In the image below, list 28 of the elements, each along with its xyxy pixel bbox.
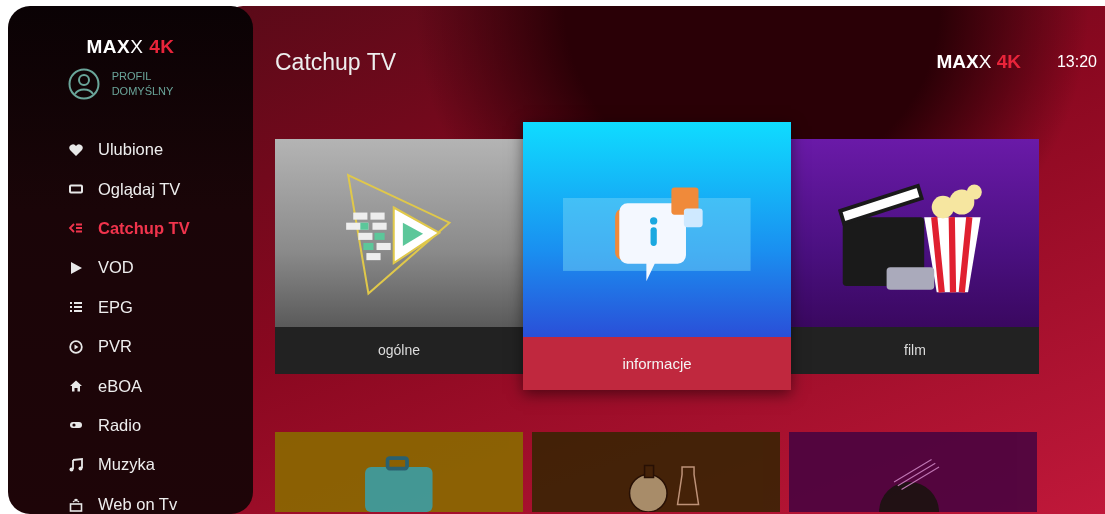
avatar-icon[interactable]: [67, 68, 100, 100]
menu-item[interactable]: Radio: [68, 405, 253, 446]
music-note-icon: [68, 456, 84, 473]
heart-icon: [68, 141, 84, 158]
menu-item[interactable]: eBOA: [68, 366, 253, 406]
menu-item[interactable]: PVR: [68, 326, 253, 367]
brand-logo: MAXX 4K: [86, 36, 175, 58]
menu-item[interactable]: Oglądaj TV: [68, 169, 253, 209]
menu-item[interactable]: EPG: [68, 287, 253, 327]
tile-label: film: [791, 326, 1039, 374]
home-icon: [68, 378, 84, 395]
play-circle-icon: [68, 338, 84, 355]
brand-logo: MAXX 4K: [936, 51, 1021, 73]
tv-antenna-icon: [68, 496, 84, 513]
menu-item[interactable]: Ulubione: [68, 130, 253, 170]
tile-label: informacje: [523, 337, 791, 390]
category-tile[interactable]: [789, 432, 1037, 512]
play-icon: [68, 259, 84, 276]
menu-item[interactable]: Catchup TV: [68, 208, 253, 249]
menu-item[interactable]: Web on Tv: [68, 484, 253, 514]
profile-name: PROFIL DOMYŚLNY: [111, 69, 174, 99]
clock: 13:20: [1056, 53, 1097, 71]
category-tile[interactable]: [532, 432, 780, 512]
tile-label: ogólne: [275, 326, 523, 374]
page-title: Catchup TV: [275, 48, 398, 76]
menu-item[interactable]: VOD: [68, 248, 253, 288]
category-tile[interactable]: [275, 432, 523, 512]
menu-item[interactable]: Muzyka: [68, 445, 253, 485]
